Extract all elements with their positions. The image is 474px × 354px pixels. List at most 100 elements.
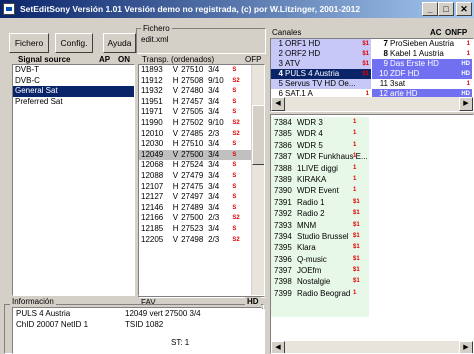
- transponder-flag: S: [232, 151, 237, 158]
- transponder-freq: 12127: [141, 192, 164, 202]
- channel-cell[interactable]: 3 ATV $1: [271, 59, 371, 69]
- radio-flag: 1: [353, 187, 357, 194]
- transponder-row[interactable]: 12088 V 27479 3/4 S: [139, 171, 251, 182]
- signal-source-item[interactable]: DVB-T: [13, 65, 134, 76]
- info-channel: PULS 4 Austria: [16, 309, 71, 318]
- transponder-freq: 12146: [141, 202, 164, 212]
- transp-scroll-thumb[interactable]: [252, 105, 264, 165]
- transponder-flag: S2: [232, 119, 240, 126]
- signal-source-item[interactable]: General Sat: [13, 86, 134, 97]
- transponder-row[interactable]: 11971 V 27505 3/4 S: [139, 107, 251, 118]
- radio-number: 7384: [274, 118, 292, 127]
- scroll-right-icon[interactable]: ▶: [459, 341, 473, 353]
- transponder-pol: H: [172, 117, 179, 127]
- transponder-row[interactable]: 12166 V 27500 2/3 S2: [139, 213, 251, 224]
- transponder-row[interactable]: 12030 H 27510 3/4 S: [139, 139, 251, 150]
- radio-row[interactable]: 7397 JOEfm $1: [271, 265, 369, 276]
- channel-number: 3: [278, 59, 283, 68]
- channel-cell[interactable]: 2 ORF2 HD $1: [271, 49, 371, 59]
- transponder-sr: 27510: [181, 139, 204, 149]
- transponder-row[interactable]: 12049 V 27500 3/4 S: [139, 149, 251, 161]
- transponder-row[interactable]: 12146 H 27489 3/4 S: [139, 203, 251, 214]
- radio-row[interactable]: 7388 1LIVE diggi 1: [271, 163, 369, 174]
- channel-cell[interactable]: 4 PULS 4 Austria $1: [271, 69, 371, 79]
- transponder-row[interactable]: 12205 V 27498 2/3 S2: [139, 235, 251, 246]
- tv-channel-grid[interactable]: 1 ORF1 HD $1 2 ORF2 HD $1 3 ATV $1 4 PULS 4 Austri…: [270, 38, 474, 112]
- radio-row[interactable]: 7387 WDR Funkhaus E... 1: [271, 151, 369, 162]
- transponder-fec: 2/3: [208, 234, 220, 244]
- tv-hscrollbar[interactable]: ◀ ▶: [271, 97, 473, 111]
- radio-channel-list[interactable]: 7384 WDR 3 1 7385 WDR 4 1 7386 WDR 5 1 7387 WDR Fu…: [270, 114, 474, 354]
- radio-number: 7392: [274, 209, 292, 219]
- signal-source-item[interactable]: DVB-C: [13, 76, 134, 87]
- transponder-row[interactable]: 11990 H 27502 9/10 S2: [139, 118, 251, 129]
- radio-flag: $1: [353, 198, 360, 205]
- app-icon[interactable]: [3, 3, 15, 15]
- radio-row[interactable]: 7392 Radio 2 $1: [271, 208, 369, 219]
- radio-number: 7386: [274, 140, 292, 150]
- transponder-fec: 3/4: [208, 149, 220, 159]
- radio-row[interactable]: 7391 Radio 1 $1: [271, 197, 369, 208]
- radio-row[interactable]: 7384 WDR 3 1: [271, 117, 369, 128]
- transponder-row[interactable]: 12185 H 27523 3/4 S: [139, 224, 251, 235]
- channel-cell[interactable]: 9 Das Erste HD HD: [372, 59, 472, 69]
- radio-row[interactable]: 7394 Studio Brussel $1: [271, 231, 369, 242]
- config-button[interactable]: Config.: [55, 33, 93, 53]
- channel-flag: $1: [362, 71, 369, 77]
- transponder-sr: 27489: [181, 202, 204, 212]
- transponder-pol: V: [172, 234, 179, 244]
- transponder-freq: 12010: [141, 128, 164, 138]
- transponder-sr: 27498: [181, 234, 204, 244]
- transp-scrollbar[interactable]: [251, 65, 264, 295]
- transponder-pol: H: [172, 139, 179, 149]
- channel-cell[interactable]: 7 ProSieben Austria 1: [372, 39, 472, 49]
- transponder-row[interactable]: 12107 H 27475 3/4 S: [139, 182, 251, 193]
- maximize-button[interactable]: □: [438, 2, 454, 16]
- radio-row[interactable]: 7390 WDR Event 1: [271, 185, 369, 196]
- radio-row[interactable]: 7398 Nostalgie $1: [271, 276, 369, 287]
- channel-cell[interactable]: 1 ORF1 HD $1: [271, 39, 371, 49]
- channel-cell[interactable]: 8 Kabel 1 Austria 1: [372, 49, 472, 59]
- scroll-right-icon[interactable]: ▶: [459, 97, 473, 111]
- canales-label: Canales: [272, 28, 302, 37]
- radio-name: WDR 4: [297, 129, 323, 139]
- radio-row[interactable]: 7399 Radio Beograd 1: [271, 288, 369, 299]
- transponder-freq: 11971: [141, 107, 163, 117]
- transponder-flag: S: [232, 162, 237, 169]
- transponder-sr: 27479: [181, 170, 204, 180]
- channel-cell[interactable]: 11 3sat 1: [372, 79, 472, 89]
- radio-flag: $1: [353, 232, 360, 239]
- transponder-row[interactable]: 11932 V 27480 3/4 S: [139, 86, 251, 97]
- channel-number: 11: [379, 79, 388, 88]
- minimize-button[interactable]: _: [422, 2, 438, 16]
- radio-row[interactable]: 7389 KIRAKA 1: [271, 174, 369, 185]
- channel-cell[interactable]: 10 ZDF HD HD: [372, 69, 472, 79]
- signal-source-list[interactable]: DVB-T DVB-C General Sat Preferred Sat: [12, 64, 135, 296]
- radio-flag: $1: [353, 244, 360, 251]
- channel-cell[interactable]: 5 Servus TV HD Oe...: [271, 79, 371, 89]
- radio-row[interactable]: 7395 Klara $1: [271, 242, 369, 253]
- transponder-sr: 27524: [181, 160, 204, 170]
- close-button[interactable]: ✕: [456, 2, 472, 16]
- title-bar[interactable]: SetEditSony Versión 1.01 Versión demo no…: [0, 0, 474, 18]
- signal-source-item[interactable]: Preferred Sat: [13, 97, 134, 108]
- transponder-list[interactable]: 11893 V 27510 3/4 S 11912 H 27508 9/10 S2 11932 V 27…: [138, 64, 265, 296]
- transponder-row[interactable]: 12010 V 27485 2/3 S2: [139, 129, 251, 140]
- radio-row[interactable]: 7393 MNM $1: [271, 220, 369, 231]
- radio-hscrollbar[interactable]: ◀ ▶: [271, 341, 473, 353]
- ayuda-button[interactable]: Ayuda: [103, 33, 136, 53]
- scroll-left-icon[interactable]: ◀: [271, 341, 285, 353]
- transponder-row[interactable]: 11893 V 27510 3/4 S: [139, 65, 251, 76]
- radio-flag: 1: [353, 119, 357, 125]
- radio-row[interactable]: 7396 Q-music $1: [271, 254, 369, 265]
- transponder-row[interactable]: 11951 H 27457 3/4 S: [139, 97, 251, 108]
- radio-name: Q-music: [297, 254, 327, 264]
- radio-row[interactable]: 7385 WDR 4 1: [271, 128, 369, 139]
- radio-row[interactable]: 7386 WDR 5 1: [271, 140, 369, 151]
- transponder-row[interactable]: 12127 V 27497 3/4 S: [139, 192, 251, 203]
- transponder-row[interactable]: 11912 H 27508 9/10 S2: [139, 76, 251, 87]
- fichero-button[interactable]: Fichero: [9, 33, 49, 53]
- radio-number: 7396: [274, 254, 292, 264]
- transponder-row[interactable]: 12068 H 27524 3/4 S: [139, 160, 251, 171]
- scroll-left-icon[interactable]: ◀: [271, 97, 285, 111]
